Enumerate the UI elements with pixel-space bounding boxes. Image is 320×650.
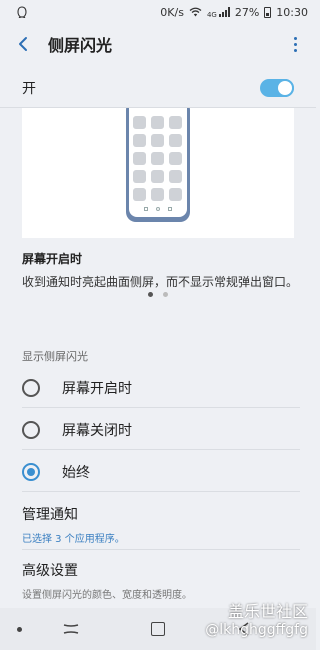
manage-notifications-item[interactable]: 管理通知 已选择 3 个应用程序。 [22,500,300,550]
master-toggle[interactable] [260,78,294,97]
battery-icon [264,6,272,18]
signal-icon [218,7,230,17]
app-grid-illustration [133,116,182,201]
master-switch-label: 开 [22,80,36,97]
preview-heading: 屏幕开启时 [22,252,83,266]
watermark: 盖乐世社区 @lkhghggffgfg [205,598,308,638]
back-button[interactable] [6,24,40,64]
battery-percent: 27% [234,5,260,19]
page-dot-2 [163,292,168,297]
nav-dot-icon[interactable] [17,627,22,632]
radio-screen-on[interactable]: 屏幕开启时 [22,368,300,408]
preview-description: 屏幕开启时 收到通知时亮起曲面侧屏，而不显示常规弹出窗口。 [22,250,300,292]
radio-label: 屏幕关闭时 [62,422,132,439]
page-indicator [0,292,316,297]
wifi-icon [189,7,202,17]
radio-button[interactable] [22,378,40,397]
more-options-button[interactable] [280,24,310,64]
advanced-settings-title: 高级设置 [22,563,78,579]
section-header: 显示侧屏闪光 [22,350,88,363]
radio-always[interactable]: 始终 [22,452,300,492]
back-arrow-icon [19,37,27,51]
manage-notifications-title: 管理通知 [22,507,78,523]
status-bar: 0K/s 4G 27% 10:30 [0,0,316,24]
radio-button[interactable] [22,420,40,439]
watermark-user: @lkhghggffgfg [205,622,308,638]
network-speed: 0K/s [160,5,184,19]
home-icon[interactable] [151,622,165,636]
status-time: 10:30 [276,5,308,19]
master-switch-row[interactable]: 开 [0,68,316,108]
watermark-brand: 盖乐世社区 [227,602,308,621]
radio-screen-off[interactable]: 屏幕关闭时 [22,410,300,450]
assistant-icon [17,6,27,18]
radio-button-checked[interactable] [22,462,40,481]
radio-label: 始终 [62,464,90,481]
app-bar: 侧屏闪光 [0,24,316,64]
network-type: 4G [206,10,217,19]
phone-illustration [126,108,190,222]
more-vert-icon [293,36,297,40]
manage-notifications-summary: 已选择 3 个应用程序。 [22,534,125,545]
page-title: 侧屏闪光 [48,36,113,55]
radio-label: 屏幕开启时 [62,380,132,397]
recent-apps-icon[interactable] [62,622,80,636]
preview-text: 收到通知时亮起曲面侧屏，而不显示常规弹出窗口。 [22,275,299,289]
preview-carousel[interactable] [22,108,294,238]
page-dot-1 [148,292,153,297]
